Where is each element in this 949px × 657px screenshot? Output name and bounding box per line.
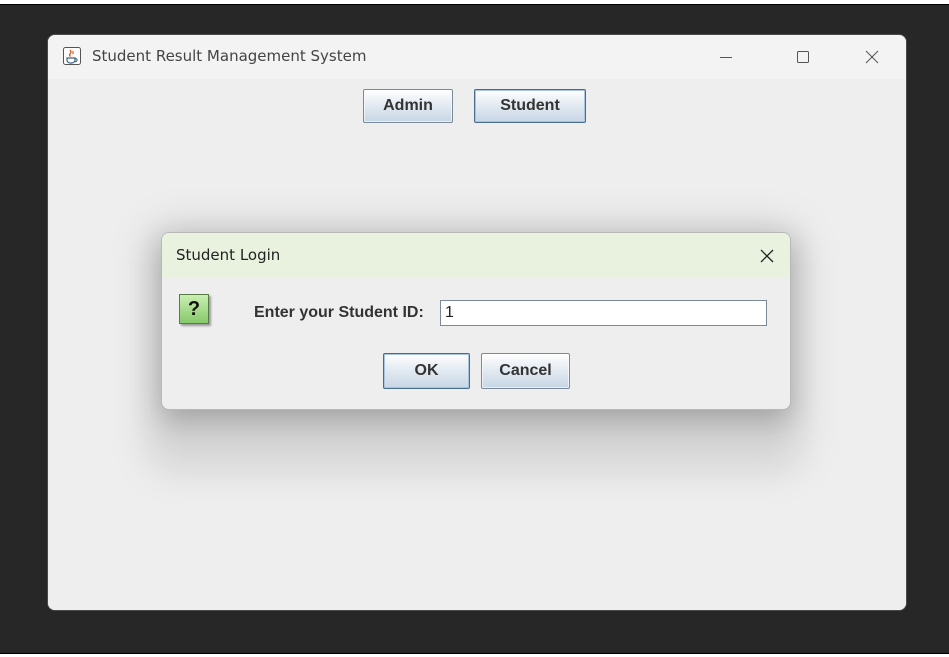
student-id-input[interactable]	[440, 300, 767, 326]
ok-button[interactable]: OK	[383, 353, 470, 389]
student-button[interactable]: Student	[474, 89, 586, 123]
close-button[interactable]	[849, 39, 895, 75]
question-icon: ?	[179, 294, 209, 324]
cancel-button[interactable]: Cancel	[481, 353, 570, 389]
minimize-button[interactable]	[703, 39, 749, 75]
student-login-dialog: Student Login ? Enter your Student ID: O…	[161, 232, 791, 410]
student-id-label: Enter your Student ID:	[254, 304, 424, 321]
maximize-icon	[797, 51, 809, 63]
dialog-title: Student Login	[176, 246, 281, 264]
close-icon	[760, 249, 774, 263]
admin-button[interactable]: Admin	[363, 89, 453, 123]
java-cup-icon	[63, 47, 81, 65]
dialog-close-button[interactable]	[750, 239, 784, 273]
window-title: Student Result Management System	[92, 47, 367, 65]
title-bar[interactable]: Student Result Management System	[48, 35, 906, 79]
maximize-button[interactable]	[780, 39, 826, 75]
close-icon	[865, 50, 879, 64]
dialog-title-bar[interactable]: Student Login	[162, 233, 790, 277]
minimize-icon	[720, 57, 732, 58]
